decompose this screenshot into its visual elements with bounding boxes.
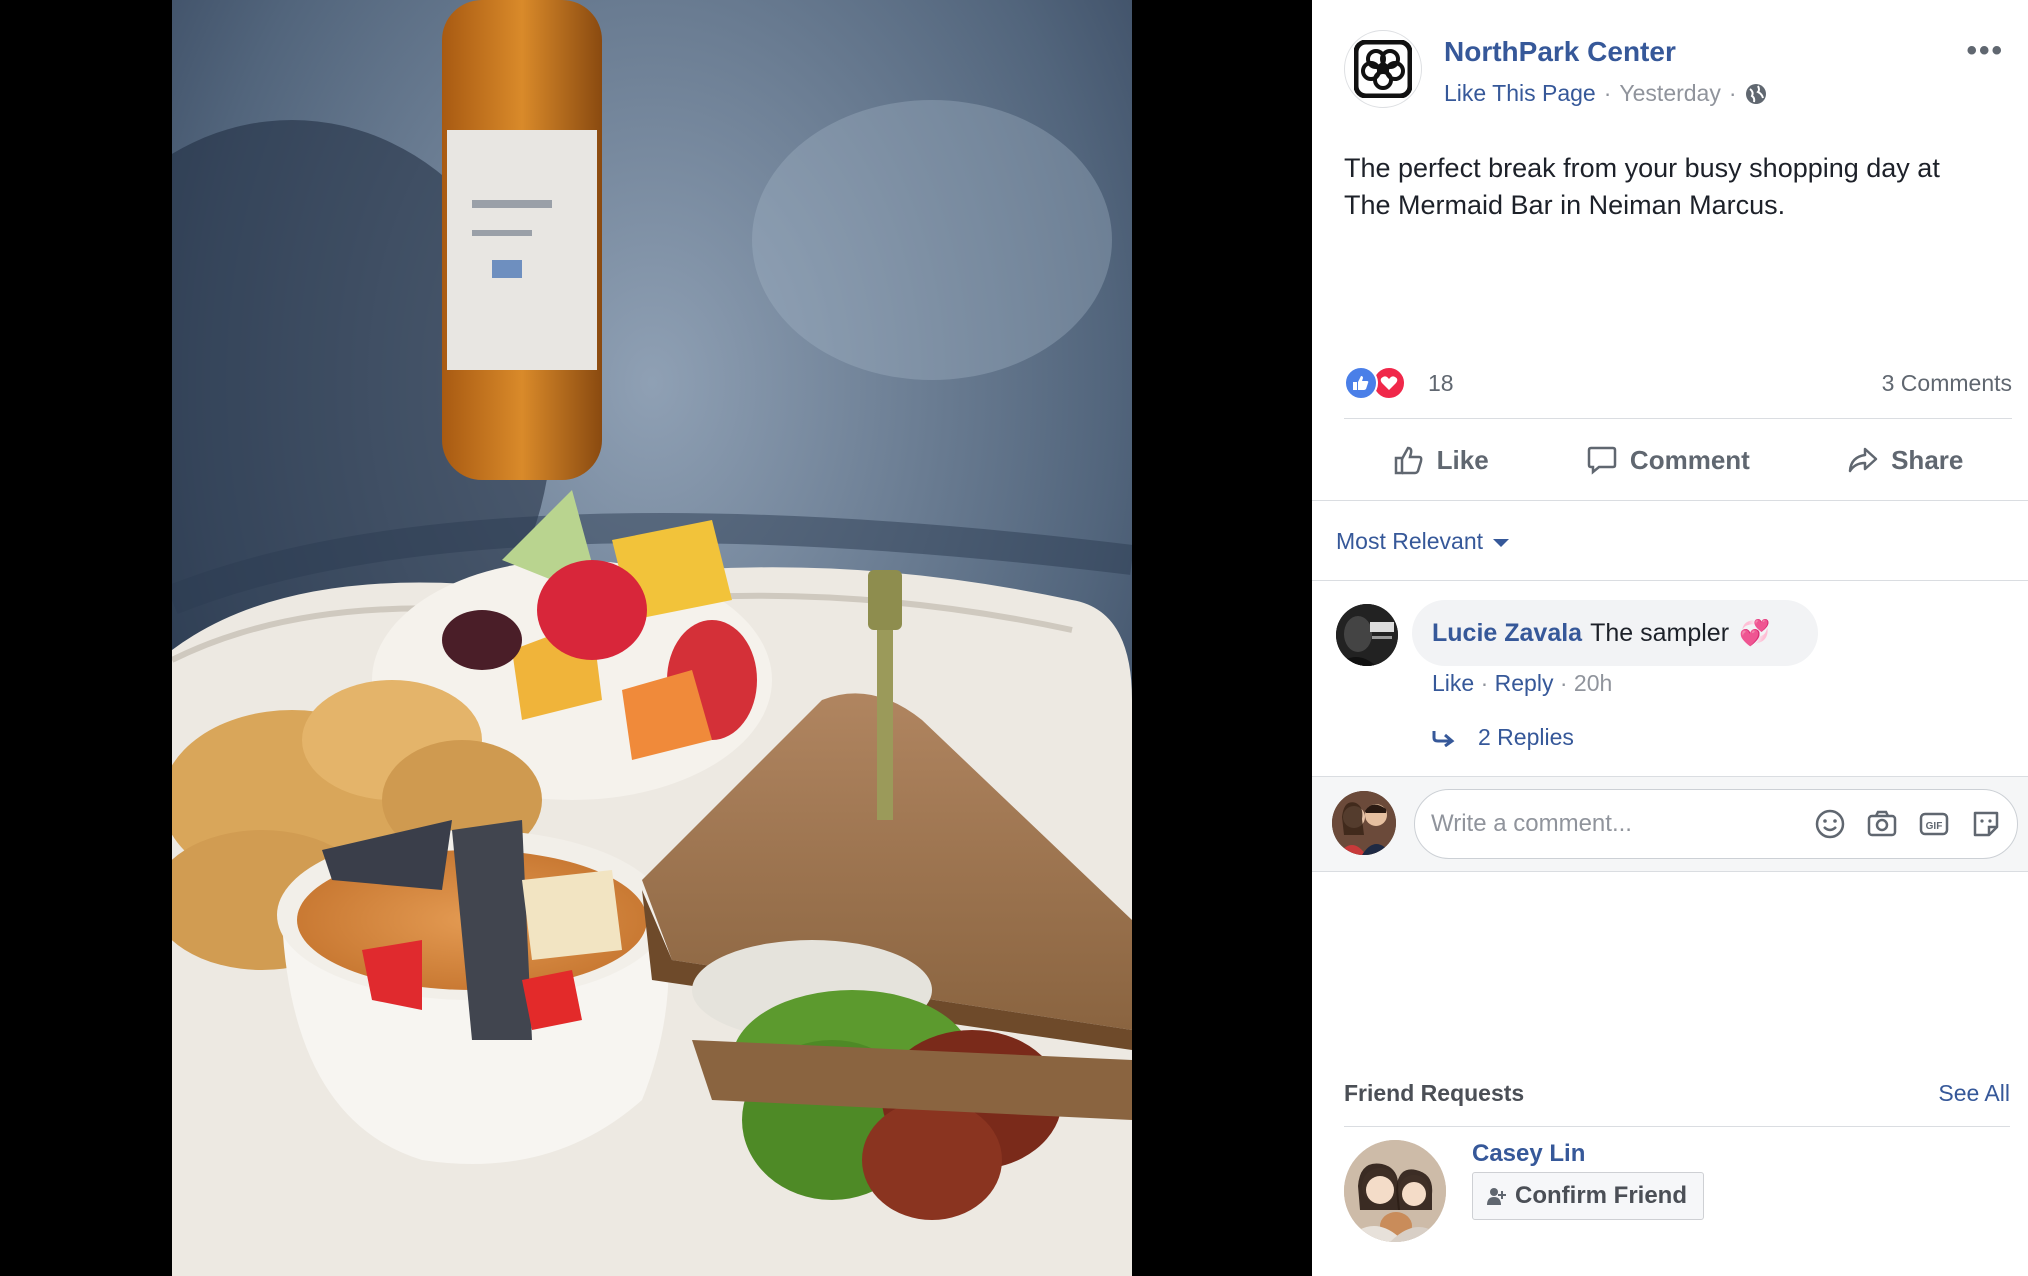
current-user-avatar[interactable]: [1332, 791, 1396, 855]
see-all-link[interactable]: See All: [1938, 1080, 2010, 1107]
view-replies-link[interactable]: 2 Replies: [1432, 724, 1574, 751]
meta-separator: ·: [1728, 80, 1737, 106]
reply-arrow-icon: [1432, 730, 1455, 747]
comment-input[interactable]: [1431, 790, 1791, 858]
share-arrow-icon: [1848, 447, 1878, 473]
caret-down-icon: [1493, 539, 1510, 547]
like-page-link[interactable]: Like This Page: [1444, 80, 1596, 107]
gif-icon[interactable]: GIF: [1917, 807, 1951, 841]
comment-text: The sampler: [1590, 618, 1730, 647]
page-avatar[interactable]: [1344, 30, 1422, 108]
comment-time[interactable]: 20h: [1574, 670, 1612, 696]
reactions-bar: 18 3 Comments: [1344, 366, 2012, 406]
divider: [1344, 1126, 2010, 1127]
share-button[interactable]: Share: [1847, 432, 1963, 488]
friend-request-name-link[interactable]: Casey Lin: [1472, 1140, 1585, 1168]
composer-icons: GIF: [1813, 807, 2003, 841]
meta-separator: ·: [1559, 670, 1574, 696]
meta-separator: ·: [1603, 80, 1612, 106]
post-header: NorthPark Center Like This Page · Yester…: [1344, 30, 2004, 110]
reaction-count[interactable]: 18: [1428, 370, 1454, 397]
speech-bubble-icon: [1587, 446, 1617, 475]
share-button-label: Share: [1891, 444, 1964, 475]
comment-sort-dropdown[interactable]: Most Relevant: [1336, 528, 1510, 555]
globe-icon[interactable]: [1745, 83, 1767, 105]
photo-viewer: [0, 0, 1312, 1276]
comments-count-link[interactable]: 3 Comments: [1882, 370, 2012, 397]
camera-icon[interactable]: [1865, 807, 1899, 841]
divider: [1312, 500, 2028, 501]
meta-separator: ·: [1480, 670, 1495, 696]
northpark-logo-icon: [1354, 40, 1412, 98]
post-meta: Like This Page · Yesterday ·: [1444, 80, 1767, 107]
sticker-icon[interactable]: [1969, 807, 2003, 841]
friend-request-avatar[interactable]: [1344, 1140, 1446, 1242]
comment-item: Lucie Zavala The sampler 💞 Like · Reply …: [1336, 600, 2016, 750]
page-name-link[interactable]: NorthPark Center: [1444, 36, 1676, 68]
confirm-friend-label: Confirm Friend: [1515, 1182, 1687, 1209]
comment-author-link[interactable]: Lucie Zavala: [1432, 619, 1582, 648]
replies-label: 2 Replies: [1478, 724, 1574, 750]
comment-composer: GIF: [1312, 776, 2028, 872]
thumbs-up-icon: [1394, 446, 1423, 475]
two-hearts-emoji-icon: 💞: [1739, 618, 1771, 647]
comment-actions: Like · Reply · 20h: [1432, 670, 1612, 697]
reaction-icons[interactable]: [1344, 366, 1406, 400]
comment-input-box[interactable]: GIF: [1414, 789, 2018, 859]
svg-text:GIF: GIF: [1926, 821, 1943, 832]
commenter-avatar[interactable]: [1336, 604, 1398, 666]
more-options-icon[interactable]: •••: [1966, 34, 2004, 68]
divider: [1312, 580, 2028, 581]
like-reaction-icon: [1344, 366, 1378, 400]
post-message: The perfect break from your busy shoppin…: [1344, 153, 1940, 220]
confirm-friend-button[interactable]: Confirm Friend: [1472, 1172, 1704, 1220]
comment-button-label: Comment: [1629, 444, 1750, 475]
post-side-panel: NorthPark Center Like This Page · Yester…: [1312, 0, 2028, 1276]
comment-bubble: Lucie Zavala The sampler 💞: [1412, 600, 1819, 666]
sort-label: Most Relevant: [1336, 528, 1484, 554]
like-button-label: Like: [1436, 444, 1489, 475]
comment-like-link[interactable]: Like: [1432, 670, 1474, 696]
post-actions: Like Comment Share: [1344, 432, 2012, 488]
add-friend-icon: [1487, 1188, 1506, 1205]
comment-button[interactable]: Comment: [1586, 432, 1750, 488]
comment-reply-link[interactable]: Reply: [1495, 670, 1554, 696]
like-button[interactable]: Like: [1393, 432, 1489, 488]
post-timestamp[interactable]: Yesterday: [1619, 80, 1720, 107]
emoji-icon[interactable]: [1813, 807, 1847, 841]
friend-requests-title: Friend Requests: [1344, 1080, 1525, 1106]
divider: [1344, 418, 2012, 419]
post-photo[interactable]: [172, 0, 1132, 1276]
